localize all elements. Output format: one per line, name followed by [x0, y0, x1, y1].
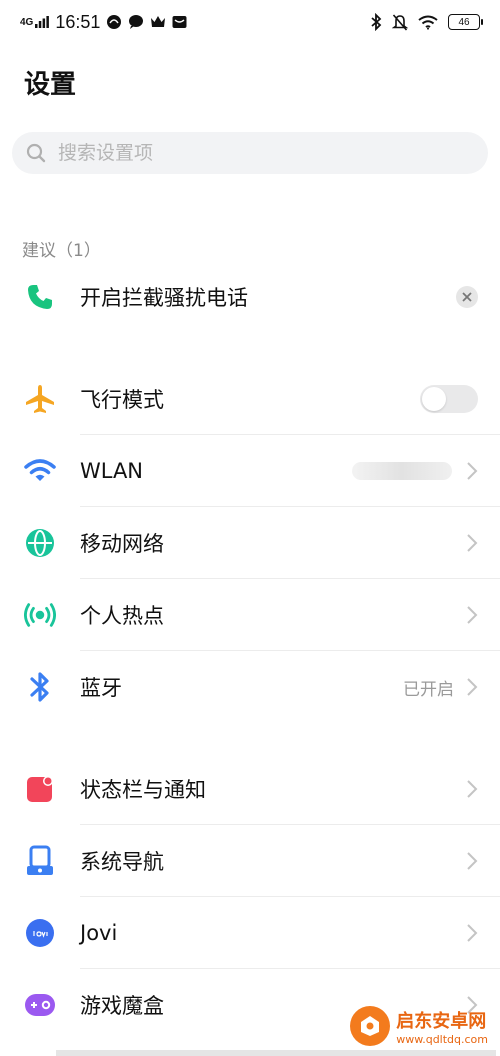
settings-item-mobile-network[interactable]: 移动网络	[0, 507, 500, 579]
gamepad-icon	[24, 989, 56, 1021]
notification-app-icon	[107, 15, 122, 29]
search-bar[interactable]	[12, 132, 488, 174]
statusbar-notifications-label: 状态栏与通知	[80, 778, 206, 802]
navigation-icon	[24, 845, 56, 877]
mobile-network-label: 移动网络	[80, 532, 164, 556]
battery-level: 46	[458, 16, 470, 28]
system-navigation-label: 系统导航	[80, 850, 164, 874]
wifi-status-icon	[418, 15, 438, 30]
status-time: 16:51	[55, 11, 101, 32]
settings-item-jovi[interactable]: Jovi	[0, 897, 500, 969]
network-type: 4G	[20, 17, 34, 28]
settings-item-bluetooth[interactable]: 蓝牙 已开启	[0, 651, 500, 723]
chevron-right-icon	[467, 780, 478, 798]
globe-icon	[24, 527, 56, 559]
search-icon	[26, 143, 46, 163]
watermark-url: www.qdltdq.com	[396, 1032, 488, 1046]
jovi-label: Jovi	[80, 921, 118, 945]
watermark-title: 启东安卓网	[396, 1010, 487, 1032]
game-box-label: 游戏魔盒	[80, 994, 164, 1018]
suggestion-label: 开启拦截骚扰电话	[80, 286, 248, 310]
chevron-right-icon	[467, 462, 478, 480]
settings-item-wlan[interactable]: WLAN	[0, 435, 500, 507]
status-bar: 4G 16:51 46	[0, 0, 500, 44]
site-watermark: 启东安卓网 www.qdltdq.com	[350, 1006, 488, 1046]
bluetooth-icon	[24, 671, 56, 703]
chevron-right-icon	[467, 852, 478, 870]
settings-item-statusbar-notifications[interactable]: 状态栏与通知	[0, 753, 500, 825]
search-input[interactable]	[56, 141, 460, 165]
bluetooth-status-value: 已开启	[403, 679, 454, 700]
signal-bars-icon	[35, 16, 50, 28]
chevron-right-icon	[467, 678, 478, 696]
chevron-right-icon	[467, 534, 478, 552]
status-right: 46	[370, 13, 483, 31]
battery-icon: 46	[448, 14, 483, 30]
wlan-network-name-redacted	[352, 462, 452, 480]
suggestion-section-label: 建议（1）	[22, 241, 101, 261]
watermark-text: 启东安卓网 www.qdltdq.com	[396, 1007, 488, 1046]
hotspot-icon	[24, 599, 56, 631]
mute-bell-icon	[392, 14, 408, 31]
bluetooth-label: 蓝牙	[80, 676, 122, 700]
jovi-logo-icon	[24, 917, 56, 949]
status-left: 4G 16:51	[20, 12, 187, 33]
bluetooth-status-icon	[371, 13, 382, 31]
mail-icon	[172, 16, 187, 28]
settings-item-hotspot[interactable]: 个人热点	[0, 579, 500, 651]
wifi-icon	[24, 455, 56, 487]
dismiss-suggestion-button[interactable]	[456, 286, 478, 308]
settings-item-airplane-mode[interactable]: 飞行模式	[0, 363, 500, 435]
chat-bubble-icon	[129, 15, 144, 29]
watermark-logo-icon	[350, 1006, 391, 1046]
chevron-right-icon	[467, 924, 478, 942]
close-icon	[462, 292, 472, 302]
signal-indicator: 4G	[20, 16, 50, 28]
airplane-icon	[24, 383, 56, 415]
wlan-label: WLAN	[80, 459, 144, 483]
crown-icon	[151, 16, 166, 27]
bottom-edge-bar	[56, 1050, 496, 1056]
page-title: 设置	[24, 70, 77, 100]
settings-item-system-navigation[interactable]: 系统导航	[0, 825, 500, 897]
chevron-right-icon	[467, 606, 478, 624]
suggestion-item-block-calls[interactable]: 开启拦截骚扰电话	[0, 261, 500, 333]
airplane-mode-label: 飞行模式	[80, 388, 164, 412]
airplane-mode-toggle[interactable]	[420, 385, 478, 413]
phone-icon	[24, 281, 56, 313]
toggle-knob	[422, 387, 446, 411]
notification-icon	[24, 773, 56, 805]
hotspot-label: 个人热点	[80, 604, 164, 628]
